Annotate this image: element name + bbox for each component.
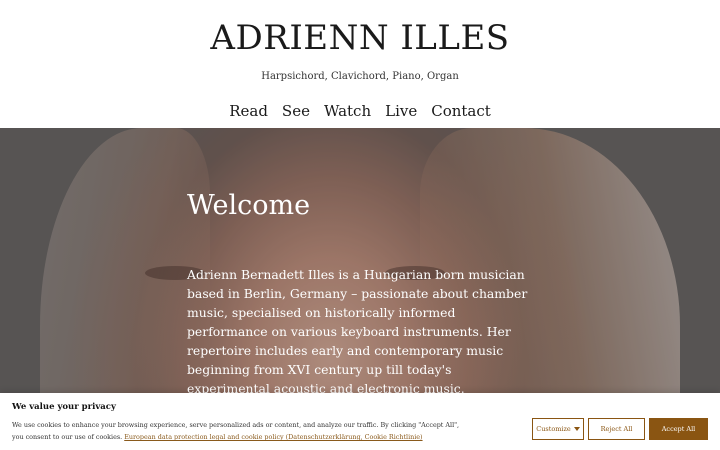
accept-all-label: Accept All — [661, 425, 696, 433]
chevron-down-icon — [573, 427, 580, 431]
nav-read[interactable]: Read — [229, 102, 268, 120]
cookie-title: We value your privacy — [12, 402, 116, 412]
site-tagline: Harpsichord, Clavichord, Piano, Organ — [261, 71, 459, 82]
hero-intro-text: Adrienn Bernadett Illes is a Hungarian b… — [187, 267, 528, 396]
customize-button[interactable]: Customize — [532, 418, 584, 440]
cookie-policy-link[interactable]: European data protection legal and cooki… — [124, 433, 422, 441]
cookie-banner: We value your privacy We use cookies to … — [0, 393, 720, 450]
nav-live[interactable]: Live — [385, 102, 417, 120]
cookie-text: We use cookies to enhance your browsing … — [12, 419, 472, 443]
site-title[interactable]: ADRIENN ILLES — [0, 18, 720, 58]
nav-see[interactable]: See — [282, 102, 310, 120]
main-nav: Read See Watch Live Contact — [0, 102, 720, 120]
accept-all-button[interactable]: Accept All — [649, 418, 708, 440]
nav-contact[interactable]: Contact — [431, 102, 491, 120]
reject-all-button[interactable]: Reject All — [588, 418, 645, 440]
customize-label: Customize — [536, 425, 571, 433]
nav-watch[interactable]: Watch — [324, 102, 371, 120]
reject-all-label: Reject All — [600, 425, 633, 433]
hero-heading: Welcome — [187, 190, 311, 221]
site-header: ADRIENN ILLES Harpsichord, Clavichord, P… — [0, 0, 720, 128]
